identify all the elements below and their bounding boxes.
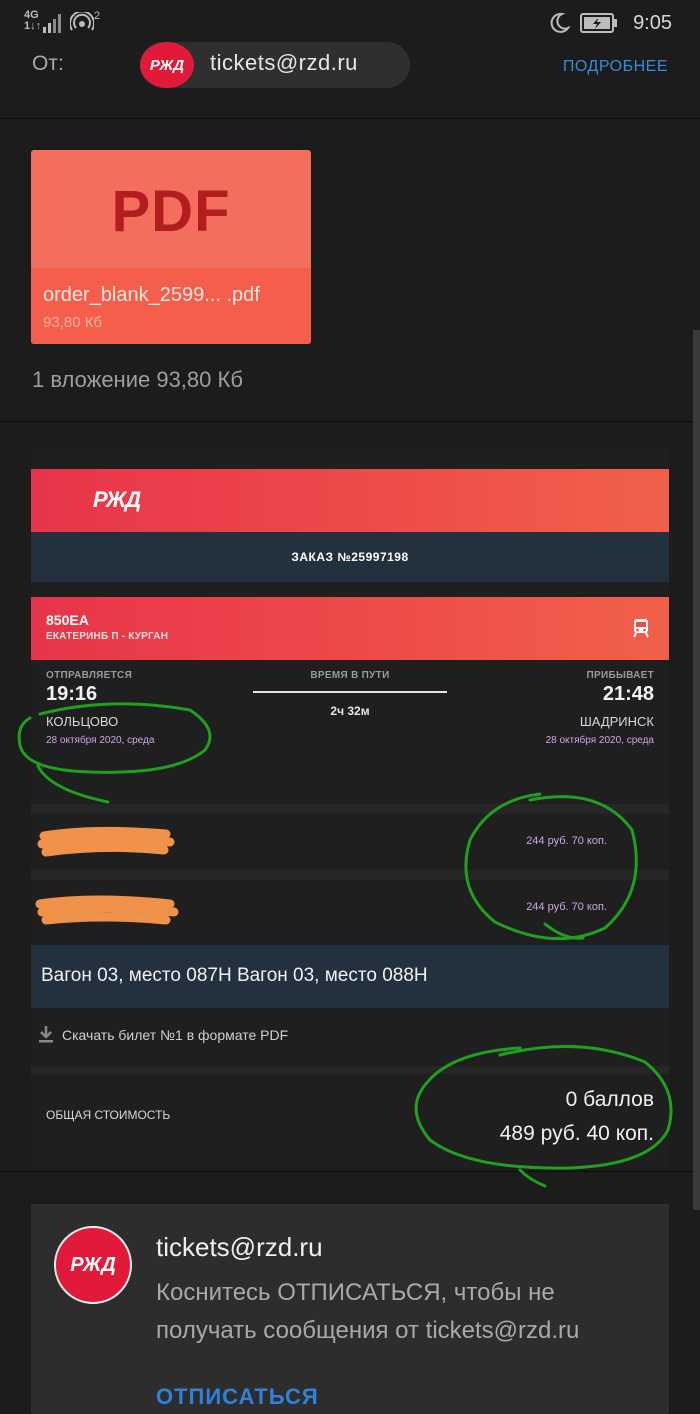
signal-icon xyxy=(43,14,61,33)
rzd-header-logo: РЖД xyxy=(93,487,141,512)
divider xyxy=(0,118,700,119)
unsubscribe-button[interactable]: ОТПИСАТЬСЯ xyxy=(156,1384,319,1410)
departs-label: ОТПРАВЛЯЕТСЯ xyxy=(46,670,133,681)
moon-icon xyxy=(550,12,570,33)
rzd-avatar-icon: РЖД xyxy=(54,1226,132,1304)
unsubscribe-message: Коснитесь ОТПИСАТЬСЯ, чтобы не получать … xyxy=(156,1279,580,1344)
network-indicator: 4G 1↓↑ xyxy=(24,9,42,32)
travel-time-label: ВРЕМЯ В ПУТИ xyxy=(310,670,390,681)
train-icon xyxy=(633,619,649,638)
hotspot-icon xyxy=(70,12,94,31)
from-label: От: xyxy=(32,52,64,75)
attachment-summary: 1 вложение 93,80 Кб xyxy=(32,367,243,392)
unsubscribe-sender: tickets@rzd.ru xyxy=(156,1232,323,1262)
sender-email[interactable]: tickets@rzd.ru xyxy=(210,50,358,76)
details-link[interactable]: ПОДРОБНЕЕ xyxy=(563,58,668,76)
train-route: ЕКАТЕРИНБ П - КУРГАН xyxy=(46,631,169,642)
order-title: ЗАКАЗ №25997198 xyxy=(291,550,409,564)
attachment-size: 93,80 Кб xyxy=(43,314,103,331)
scrollbar[interactable] xyxy=(693,330,700,1210)
train-number: 850ЕА xyxy=(46,612,89,628)
attachment-filename: order_blank_2599... .pdf xyxy=(43,284,260,306)
divider xyxy=(0,421,700,422)
annotation-overlay xyxy=(17,702,673,1188)
battery-icon xyxy=(580,13,617,33)
clock: 9:05 xyxy=(633,12,672,34)
rzd-logo-icon: РЖД xyxy=(140,42,194,88)
train-bar xyxy=(31,597,669,660)
email-header: РЖД xyxy=(31,469,669,532)
pdf-type-label: PDF xyxy=(111,179,231,244)
hotspot-count: 2 xyxy=(94,10,101,22)
pdf-attachment[interactable]: PDF order_blank_2599... .pdf 93,80 Кб xyxy=(31,150,311,344)
arrives-label: ПРИБЫВАЕТ xyxy=(586,670,654,681)
status-bar: 4G 1↓↑ 2 9:05 xyxy=(0,0,700,46)
